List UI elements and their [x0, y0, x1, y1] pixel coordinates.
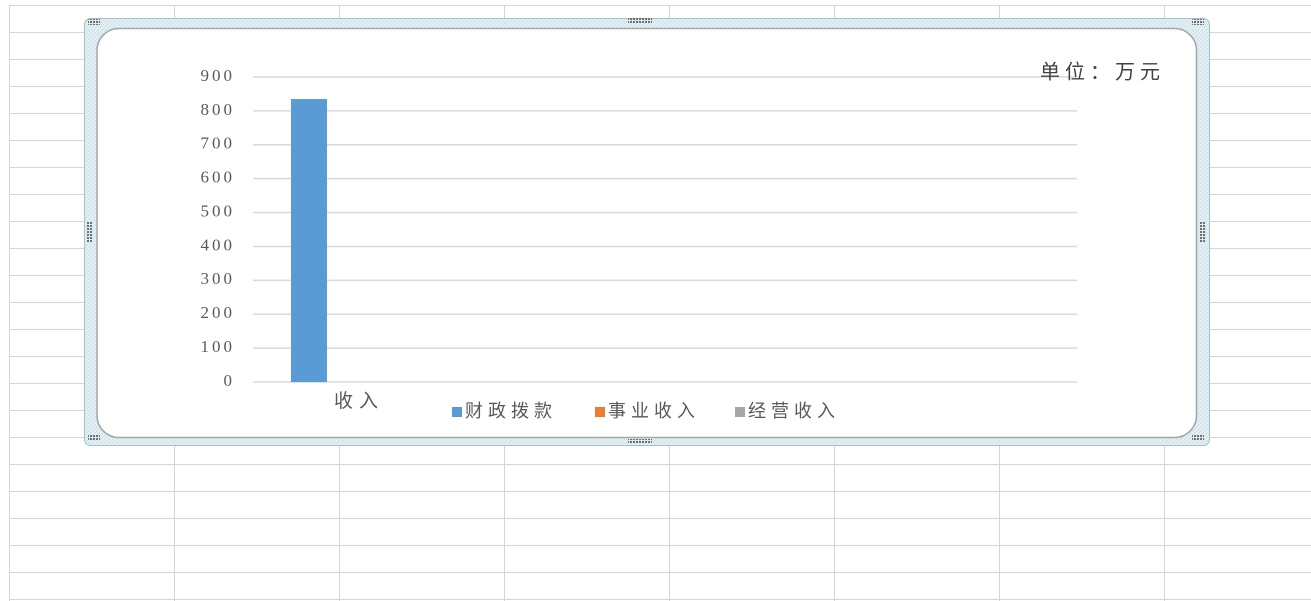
legend-marker — [452, 407, 462, 417]
y-tick-label: 300 — [201, 269, 236, 288]
legend-label: 事业收入 — [608, 401, 700, 422]
legend-label: 经营收入 — [748, 401, 840, 422]
resize-handle-top-left[interactable] — [88, 19, 100, 25]
legend-marker — [595, 407, 605, 417]
resize-handle-bottom-right[interactable] — [1192, 434, 1204, 440]
y-tick-label: 400 — [201, 235, 236, 254]
unit-label: 单位：万元 — [1040, 60, 1165, 84]
y-tick-label: 200 — [201, 303, 236, 322]
y-tick-label: 900 — [201, 66, 236, 85]
y-tick-label: 100 — [201, 337, 236, 356]
x-tick-label: 收入 — [334, 390, 384, 412]
x-axis[interactable]: 收入 — [334, 390, 384, 412]
resize-handle-left[interactable] — [87, 222, 93, 243]
legend-item-2[interactable]: 事业收入 — [595, 401, 700, 422]
legend-item-1[interactable]: 财政拨款 — [452, 401, 557, 422]
legend-item-3[interactable]: 经营收入 — [735, 401, 840, 422]
resize-handle-top[interactable] — [628, 18, 652, 23]
chart-object[interactable]: 0 100 200 300 400 500 600 700 800 900 收入 单位：万元 财政… — [84, 18, 1210, 446]
chart-area[interactable] — [96, 27, 1198, 439]
legend-label: 财政拨款 — [465, 401, 557, 422]
legend[interactable]: 财政拨款 事业收入 经营收入 — [452, 401, 840, 422]
y-tick-label: 600 — [201, 168, 236, 187]
y-tick-label: 0 — [224, 371, 236, 390]
plot-area[interactable] — [291, 99, 327, 383]
resize-handle-bottom[interactable] — [628, 439, 652, 444]
y-tick-label: 700 — [201, 134, 236, 153]
y-tick-label: 500 — [201, 201, 236, 220]
bar-series-1[interactable] — [291, 99, 327, 383]
resize-handle-right[interactable] — [1199, 222, 1205, 243]
y-tick-label: 800 — [201, 100, 236, 119]
resize-handle-top-right[interactable] — [1192, 19, 1204, 25]
resize-handle-bottom-left[interactable] — [88, 434, 100, 440]
legend-marker — [735, 407, 745, 417]
